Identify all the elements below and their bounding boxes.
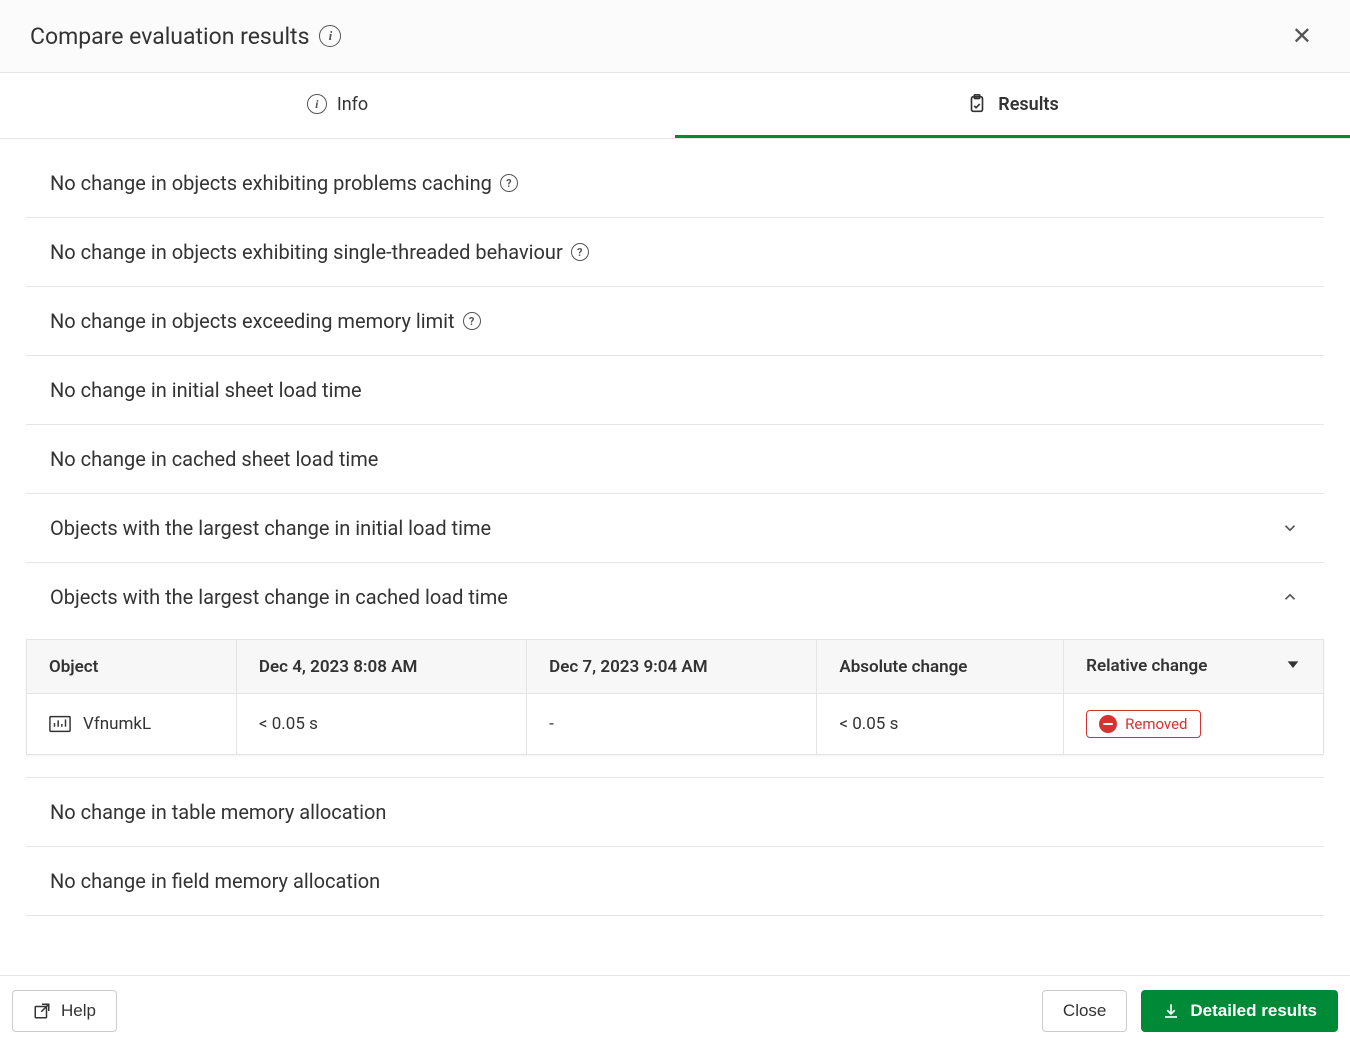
tab-info[interactable]: i Info (0, 73, 675, 138)
help-button[interactable]: Help (12, 990, 117, 1032)
content-area: No change in objects exhibiting problems… (0, 139, 1350, 975)
close-button[interactable]: Close (1042, 990, 1127, 1032)
help-button-label: Help (61, 1001, 96, 1021)
detailed-results-label: Detailed results (1190, 1001, 1317, 1021)
page-title: Compare evaluation results (30, 23, 309, 50)
section-table-memory-label: No change in table memory allocation (50, 800, 386, 824)
section-single-threaded-label: No change in objects exhibiting single-t… (50, 240, 563, 264)
section-single-threaded[interactable]: No change in objects exhibiting single-t… (26, 218, 1324, 287)
download-icon (1162, 1002, 1180, 1020)
info-tab-icon: i (307, 94, 327, 114)
header-title-wrap: Compare evaluation results i (30, 23, 341, 50)
largest-cached-table-wrap: Object Dec 4, 2023 8:08 AM Dec 7, 2023 9… (26, 631, 1324, 778)
help-icon[interactable]: ? (500, 174, 518, 192)
section-memory-limit-label: No change in objects exceeding memory li… (50, 309, 455, 333)
sort-desc-icon (1285, 656, 1301, 677)
cell-relative: Removed (1064, 694, 1324, 755)
help-icon[interactable]: ? (463, 312, 481, 330)
section-cached-sheet[interactable]: No change in cached sheet load time (26, 425, 1324, 494)
chevron-up-icon (1280, 587, 1300, 607)
removed-text: Removed (1125, 715, 1187, 733)
section-memory-limit[interactable]: No change in objects exceeding memory li… (26, 287, 1324, 356)
cell-absolute: < 0.05 s (817, 694, 1064, 755)
cell-object-text: VfnumkL (83, 714, 151, 734)
help-icon[interactable]: ? (571, 243, 589, 261)
section-field-memory-label: No change in field memory allocation (50, 869, 380, 893)
tab-results-label: Results (998, 94, 1058, 115)
footer-right: Close Detailed results (1042, 990, 1338, 1032)
removed-badge: Removed (1086, 710, 1200, 738)
cell-col2: - (527, 694, 817, 755)
table-header-row: Object Dec 4, 2023 8:08 AM Dec 7, 2023 9… (27, 640, 1324, 694)
th-absolute[interactable]: Absolute change (817, 640, 1064, 694)
section-initial-sheet[interactable]: No change in initial sheet load time (26, 356, 1324, 425)
close-button-label: Close (1063, 1001, 1106, 1021)
chevron-down-icon (1280, 518, 1300, 538)
tab-info-label: Info (337, 94, 368, 115)
section-cached-sheet-label: No change in cached sheet load time (50, 447, 378, 471)
dialog-header: Compare evaluation results i ✕ (0, 0, 1350, 73)
info-icon[interactable]: i (319, 25, 341, 47)
external-link-icon (33, 1002, 51, 1020)
section-caching[interactable]: No change in objects exhibiting problems… (26, 149, 1324, 218)
table-row[interactable]: VfnumkL < 0.05 s - < 0.05 s Removed (27, 694, 1324, 755)
barchart-icon (49, 715, 71, 733)
removed-icon (1099, 715, 1117, 733)
section-initial-sheet-label: No change in initial sheet load time (50, 378, 362, 402)
section-table-memory[interactable]: No change in table memory allocation (26, 778, 1324, 847)
section-largest-cached-label: Objects with the largest change in cache… (50, 585, 508, 609)
section-largest-initial-label: Objects with the largest change in initi… (50, 516, 491, 540)
section-largest-initial[interactable]: Objects with the largest change in initi… (26, 494, 1324, 563)
close-icon[interactable]: ✕ (1284, 18, 1320, 54)
section-caching-label: No change in objects exhibiting problems… (50, 171, 492, 195)
th-col1[interactable]: Dec 4, 2023 8:08 AM (236, 640, 526, 694)
cell-col1: < 0.05 s (236, 694, 526, 755)
detailed-results-button[interactable]: Detailed results (1141, 990, 1338, 1032)
section-largest-cached[interactable]: Objects with the largest change in cache… (26, 563, 1324, 631)
clipboard-check-icon (966, 93, 988, 115)
dialog-footer: Help Close Detailed results (0, 975, 1350, 1046)
section-field-memory[interactable]: No change in field memory allocation (26, 847, 1324, 916)
th-object[interactable]: Object (27, 640, 237, 694)
tabs: i Info Results (0, 73, 1350, 139)
largest-cached-table: Object Dec 4, 2023 8:08 AM Dec 7, 2023 9… (26, 639, 1324, 755)
th-col2[interactable]: Dec 7, 2023 9:04 AM (527, 640, 817, 694)
cell-object: VfnumkL (27, 694, 237, 755)
th-relative[interactable]: Relative change (1064, 640, 1324, 694)
tab-results[interactable]: Results (675, 73, 1350, 138)
